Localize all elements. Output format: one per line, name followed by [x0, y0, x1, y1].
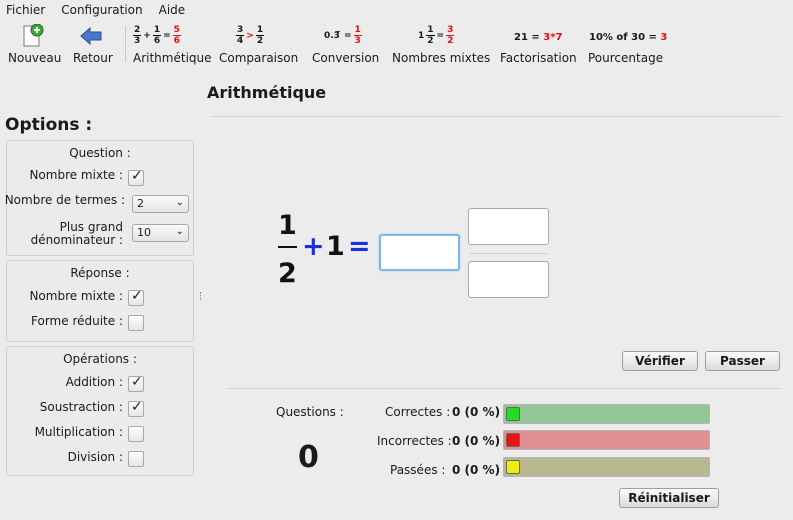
stats-divider — [226, 388, 782, 389]
menu-configuration[interactable]: Configuration — [61, 3, 142, 17]
correct-progress-bar — [503, 404, 710, 424]
answer-group-title: Réponse : — [70, 266, 130, 280]
skipped-value: 0 (0 %) — [452, 463, 501, 477]
fraction-bar — [278, 246, 297, 248]
question-mixed-checkbox[interactable]: ✓ — [128, 168, 144, 186]
check-button[interactable]: Vérifier — [622, 351, 698, 371]
mixed-numbers-button[interactable]: 1 1 2 = 3 2 Nombres mixtes — [388, 22, 491, 66]
question-group: Question : Nombre mixte : ✓ Nombre de te… — [4, 140, 194, 256]
toolbar: Nouveau Retour 2 3 +1 6 = 5 6 Arithmétique 3 4 >… — [0, 22, 793, 68]
terms-count-label: Nombre de termes : — [4, 193, 125, 207]
correct-label: Correctes : — [385, 405, 451, 419]
chevron-down-icon: ⌄ — [175, 197, 184, 208]
comparison-label: Comparaison — [219, 51, 299, 65]
menu-help[interactable]: Aide — [159, 3, 186, 17]
checkmark-icon: ✓ — [131, 399, 143, 415]
comparison-icon: 3 4 >1 2 — [236, 25, 265, 46]
page-title: Arithmétique — [207, 83, 327, 102]
back-button[interactable]: Retour — [70, 22, 116, 66]
operations-group-title: Opérations : — [63, 352, 137, 366]
question-group-title: Question : — [69, 146, 131, 160]
question-mixed-label: Nombre mixte : — [29, 168, 123, 182]
title-divider — [212, 116, 782, 117]
division-checkbox[interactable] — [128, 451, 144, 467]
new-button[interactable]: Nouveau — [6, 22, 62, 66]
questions-count: 0 — [298, 440, 319, 475]
percentage-button[interactable]: 10% of 30 = 3 Pourcentage — [584, 22, 668, 66]
new-document-icon — [20, 23, 44, 51]
questions-label: Questions : — [276, 405, 344, 419]
checkmark-icon: ✓ — [131, 168, 143, 184]
answer-numerator-input[interactable] — [468, 208, 549, 245]
incorrect-progress-bar — [503, 430, 710, 450]
equation-operator: + — [302, 231, 325, 262]
checkmark-icon: ✓ — [131, 374, 143, 390]
percentage-icon: 10% of 30 = 3 — [589, 32, 668, 43]
mixed-numbers-icon: 1 1 2 = 3 2 — [418, 25, 455, 46]
correct-value: 0 (0 %) — [452, 405, 501, 419]
skipped-progress-bar — [503, 457, 710, 477]
incorrect-value: 0 (0 %) — [452, 434, 501, 448]
factorization-icon: 21 = 3*7 — [514, 32, 563, 43]
menubar: Fichier Configuration Aide — [0, 0, 793, 20]
skip-button[interactable]: Passer — [705, 351, 780, 371]
multiplication-checkbox[interactable] — [128, 426, 144, 442]
answer-fraction-bar — [470, 253, 547, 254]
conversion-icon: 0.3̅ = 1 3 — [324, 25, 362, 46]
answer-mixed-label: Nombre mixte : — [29, 289, 123, 303]
factorization-label: Factorisation — [500, 51, 577, 65]
new-label: Nouveau — [8, 51, 62, 65]
answer-mixed-checkbox[interactable]: ✓ — [128, 288, 144, 306]
checkmark-icon: ✓ — [131, 288, 143, 304]
percentage-label: Pourcentage — [588, 51, 664, 65]
splitter-handle[interactable] — [200, 292, 203, 300]
options-title: Options : — [5, 115, 93, 135]
equation-denominator: 2 — [278, 258, 297, 289]
arithmetic-button[interactable]: 2 3 +1 6 = 5 6 Arithmétique — [130, 22, 212, 66]
toolbar-separator — [125, 26, 126, 62]
terms-count-value: 2 — [137, 197, 144, 210]
answer-whole-input[interactable] — [379, 234, 460, 271]
reduced-form-checkbox[interactable] — [128, 315, 144, 331]
red-led-icon — [506, 433, 520, 447]
max-denominator-value: 10 — [137, 226, 151, 239]
answer-group: Réponse : Nombre mixte : ✓ Forme réduite… — [6, 260, 194, 342]
arrow-left-icon — [80, 26, 102, 49]
conversion-button[interactable]: 0.3̅ = 1 3 Conversion — [308, 22, 380, 66]
menu-file[interactable]: Fichier — [6, 3, 45, 17]
reduced-form-label: Forme réduite : — [31, 314, 123, 328]
terms-count-select[interactable]: 2 ⌄ — [132, 195, 189, 213]
division-label: Division : — [67, 450, 123, 464]
equation-equals: = — [348, 231, 371, 262]
arithmetic-label: Arithmétique — [133, 51, 212, 65]
back-label: Retour — [73, 51, 113, 65]
conversion-label: Conversion — [312, 51, 380, 65]
answer-denominator-input[interactable] — [468, 261, 549, 298]
reset-button[interactable]: Réinitialiser — [619, 488, 719, 508]
max-denominator-select[interactable]: 10 ⌄ — [132, 224, 189, 242]
factorization-button[interactable]: 21 = 3*7 Factorisation — [496, 22, 577, 66]
multiplication-label: Multiplication : — [34, 425, 123, 439]
mixed-numbers-label: Nombres mixtes — [392, 51, 491, 65]
comparison-button[interactable]: 3 4 >1 2 Comparaison — [216, 22, 298, 66]
addition-label: Addition : — [65, 375, 123, 389]
arithmetic-icon: 2 3 +1 6 = 5 6 — [133, 25, 181, 46]
skipped-label: Passées : — [390, 463, 446, 477]
yellow-led-icon — [506, 460, 520, 474]
equation-numerator: 1 — [278, 210, 297, 241]
max-denominator-label: Plus grand dénominateur : — [30, 220, 123, 247]
subtraction-label: Soustraction : — [39, 400, 123, 414]
subtraction-checkbox[interactable]: ✓ — [128, 399, 144, 417]
incorrect-label: Incorrectes : — [377, 434, 452, 448]
addition-checkbox[interactable]: ✓ — [128, 374, 144, 392]
equation-whole: 1 — [326, 231, 345, 262]
chevron-down-icon: ⌄ — [175, 226, 184, 237]
operations-group: Opérations : Addition : ✓ Soustraction :… — [6, 346, 194, 476]
green-led-icon — [506, 407, 520, 421]
